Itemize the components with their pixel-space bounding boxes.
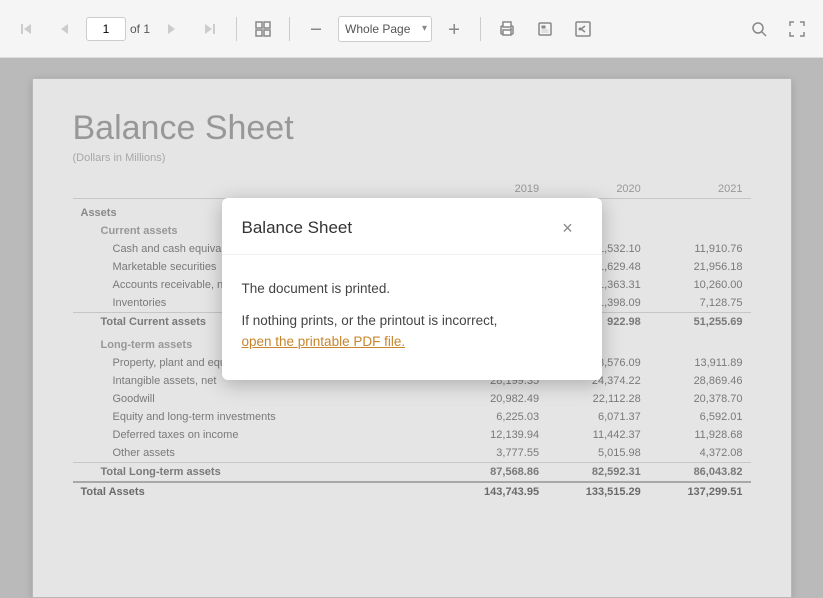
- print-button[interactable]: [491, 13, 523, 45]
- print-dialog: Balance Sheet × The document is printed.…: [222, 198, 602, 380]
- zoom-out-button[interactable]: [300, 13, 332, 45]
- dialog-hint: If nothing prints, or the printout is in…: [242, 311, 582, 352]
- dialog-header: Balance Sheet ×: [222, 198, 602, 255]
- zoom-in-button[interactable]: [438, 13, 470, 45]
- dialog-hint-text: If nothing prints, or the printout is in…: [242, 313, 498, 328]
- view-mode-button[interactable]: [247, 13, 279, 45]
- search-button[interactable]: [743, 13, 775, 45]
- nav-first-button[interactable]: [10, 13, 42, 45]
- page-total-label: of 1: [130, 22, 150, 36]
- fullscreen-button[interactable]: [781, 13, 813, 45]
- dialog-message: The document is printed.: [242, 279, 582, 299]
- zoom-select[interactable]: Whole Page: [338, 16, 432, 42]
- share-button[interactable]: [567, 13, 599, 45]
- dialog-title: Balance Sheet: [242, 218, 353, 238]
- separator-1: [236, 17, 237, 41]
- dialog-pdf-link[interactable]: open the printable PDF file.: [242, 334, 406, 349]
- separator-3: [480, 17, 481, 41]
- separator-2: [289, 17, 290, 41]
- dialog-overlay: Balance Sheet × The document is printed.…: [0, 58, 823, 598]
- main-content: Balance Sheet (Dollars in Millions) 2019…: [0, 58, 823, 598]
- toolbar: of 1 Whole Page ▾: [0, 0, 823, 58]
- nav-next-button[interactable]: [156, 13, 188, 45]
- nav-last-button[interactable]: [194, 13, 226, 45]
- page-input-group: of 1: [86, 17, 150, 41]
- export-button[interactable]: [529, 13, 561, 45]
- nav-prev-button[interactable]: [48, 13, 80, 45]
- dialog-body: The document is printed. If nothing prin…: [222, 255, 602, 380]
- zoom-select-wrapper: Whole Page ▾: [338, 16, 432, 42]
- page-number-input[interactable]: [86, 17, 126, 41]
- dialog-close-button[interactable]: ×: [554, 214, 582, 242]
